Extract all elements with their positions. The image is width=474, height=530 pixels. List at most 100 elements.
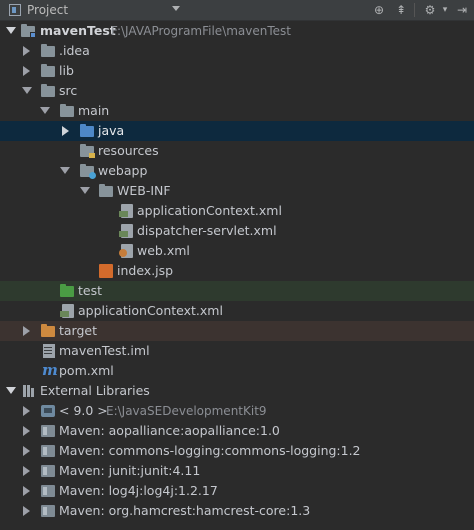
tree-node-external-libraries[interactable]: External Libraries [0,381,474,401]
iml-label: mavenTest.iml [59,343,150,358]
folder-icon [41,84,55,97]
sdk-path: E:\JavaSEDevelopmentKit9 [106,404,267,418]
web-xml-file-icon [119,244,133,258]
jdk-icon [41,405,55,417]
collapse-all-icon[interactable]: ⇞ [394,3,408,17]
expand-arrow-icon[interactable] [80,187,90,194]
tree-node-main[interactable]: main [0,101,474,121]
folder-icon [41,64,55,77]
toolbar-divider [414,3,415,17]
tree-node-resources[interactable]: resources [0,141,474,161]
appctx-label: applicationContext.xml [137,203,282,218]
lib-label: lib [59,63,74,78]
folder-icon [60,104,74,117]
maven-lib-label: Maven: commons-logging:commons-logging:1… [59,443,361,458]
module-folder-icon [21,24,36,38]
expand-arrow-icon[interactable] [6,387,16,394]
tree-node-java[interactable]: java [0,121,474,141]
java-label: java [98,123,125,138]
tree-node-maven-lib[interactable]: Maven: aopalliance:aopalliance:1.0 [0,421,474,441]
excluded-folder-icon [41,324,55,337]
sdk-label: < 9.0 > [59,403,108,418]
library-jar-icon [41,465,55,477]
settings-dropdown-icon[interactable]: ▾ [438,3,452,17]
tree-node-pom[interactable]: m pom.xml [0,361,474,381]
maven-lib-label: Maven: junit:junit:4.11 [59,463,201,478]
globe-icon[interactable]: ⊕ [372,3,386,17]
pom-label: pom.xml [59,363,114,378]
root-path: F:\JAVAProgramFile\mavenTest [111,24,291,38]
dispatcher-label: dispatcher-servlet.xml [137,223,277,238]
project-view-title[interactable]: Project [27,3,68,17]
collapsed-arrow-icon[interactable] [23,46,30,56]
maven-lib-label: Maven: log4j:log4j:1.2.17 [59,483,218,498]
root-label: mavenTest [40,23,116,38]
maven-lib-label: Maven: aopalliance:aopalliance:1.0 [59,423,280,438]
ext-label: External Libraries [40,383,150,398]
project-toolbar: Project ⊕ ⇞ ⚙ ▾ ⇥ [0,0,474,21]
tree-node-src[interactable]: src [0,81,474,101]
indexjsp-label: index.jsp [117,263,174,278]
web-folder-icon [80,164,96,179]
tree-node-indexjsp[interactable]: index.jsp [0,261,474,281]
source-folder-icon [80,124,94,137]
tree-node-iml[interactable]: mavenTest.iml [0,341,474,361]
tree-node-target[interactable]: target [0,321,474,341]
collapsed-arrow-icon[interactable] [23,426,30,436]
tree-node-maven-lib[interactable]: Maven: log4j:log4j:1.2.17 [0,481,474,501]
webapp-label: webapp [98,163,148,178]
maven-lib-label: Maven: org.hamcrest:hamcrest-core:1.3 [59,503,311,518]
expand-arrow-icon[interactable] [40,107,50,114]
collapsed-arrow-icon[interactable] [23,66,30,76]
spring-xml-file-icon [60,304,74,318]
expand-arrow-icon[interactable] [6,27,16,34]
collapsed-arrow-icon[interactable] [23,486,30,496]
webinf-label: WEB-INF [117,183,171,198]
collapsed-arrow-icon[interactable] [23,406,30,416]
test-label: test [78,283,103,298]
tree-node-test[interactable]: test [0,281,474,301]
tree-node-appctx[interactable]: applicationContext.xml [0,201,474,221]
test-folder-icon [60,284,74,297]
webxml-label: web.xml [137,243,190,258]
src-label: src [59,83,78,98]
library-jar-icon [41,505,55,517]
tree-node-dispatcher[interactable]: dispatcher-servlet.xml [0,221,474,241]
target-label: target [59,323,98,338]
jsp-file-icon [99,264,113,278]
library-jar-icon [41,445,55,457]
project-tool-window: Project ⊕ ⇞ ⚙ ▾ ⇥ mavenTest F:\JAVAProgr… [0,0,474,530]
libraries-icon [22,385,36,397]
tree-node-appctx-src[interactable]: applicationContext.xml [0,301,474,321]
tree-node-sdk[interactable]: < 9.0 > E:\JavaSEDevelopmentKit9 [0,401,474,421]
idea-name: idea [62,43,90,58]
spring-xml-file-icon [119,204,133,218]
expand-arrow-icon[interactable] [22,87,32,94]
tree-node-lib[interactable]: lib [0,61,474,81]
tree-node-maven-lib[interactable]: Maven: junit:junit:4.11 [0,461,474,481]
folder-icon [41,44,55,57]
idea-label: .idea [59,41,90,61]
settings-icon[interactable]: ⚙ [423,3,437,17]
folder-icon [99,184,113,197]
view-dropdown-arrow-icon[interactable] [172,6,180,11]
collapsed-arrow-icon[interactable] [23,506,30,516]
collapsed-arrow-icon[interactable] [23,466,30,476]
hide-icon[interactable]: ⇥ [455,3,469,17]
tree-node-idea[interactable]: .idea [0,41,474,61]
tree-node-maven-lib[interactable]: Maven: commons-logging:commons-logging:1… [0,441,474,461]
library-jar-icon [41,485,55,497]
iml-file-icon [43,344,55,358]
tree-node-webinf[interactable]: WEB-INF [0,181,474,201]
collapsed-arrow-icon[interactable] [62,126,69,136]
collapsed-arrow-icon[interactable] [23,326,30,336]
collapsed-arrow-icon[interactable] [23,446,30,456]
maven-pom-icon: m [42,361,58,379]
tree-node-webxml[interactable]: web.xml [0,241,474,261]
library-jar-icon [41,425,55,437]
tree-node-webapp[interactable]: webapp [0,161,474,181]
appctx2-label: applicationContext.xml [78,303,223,318]
expand-arrow-icon[interactable] [60,167,70,174]
tree-node-maven-lib[interactable]: Maven: org.hamcrest:hamcrest-core:1.3 [0,501,474,521]
tree-node-root[interactable]: mavenTest F:\JAVAProgramFile\mavenTest [0,21,474,41]
